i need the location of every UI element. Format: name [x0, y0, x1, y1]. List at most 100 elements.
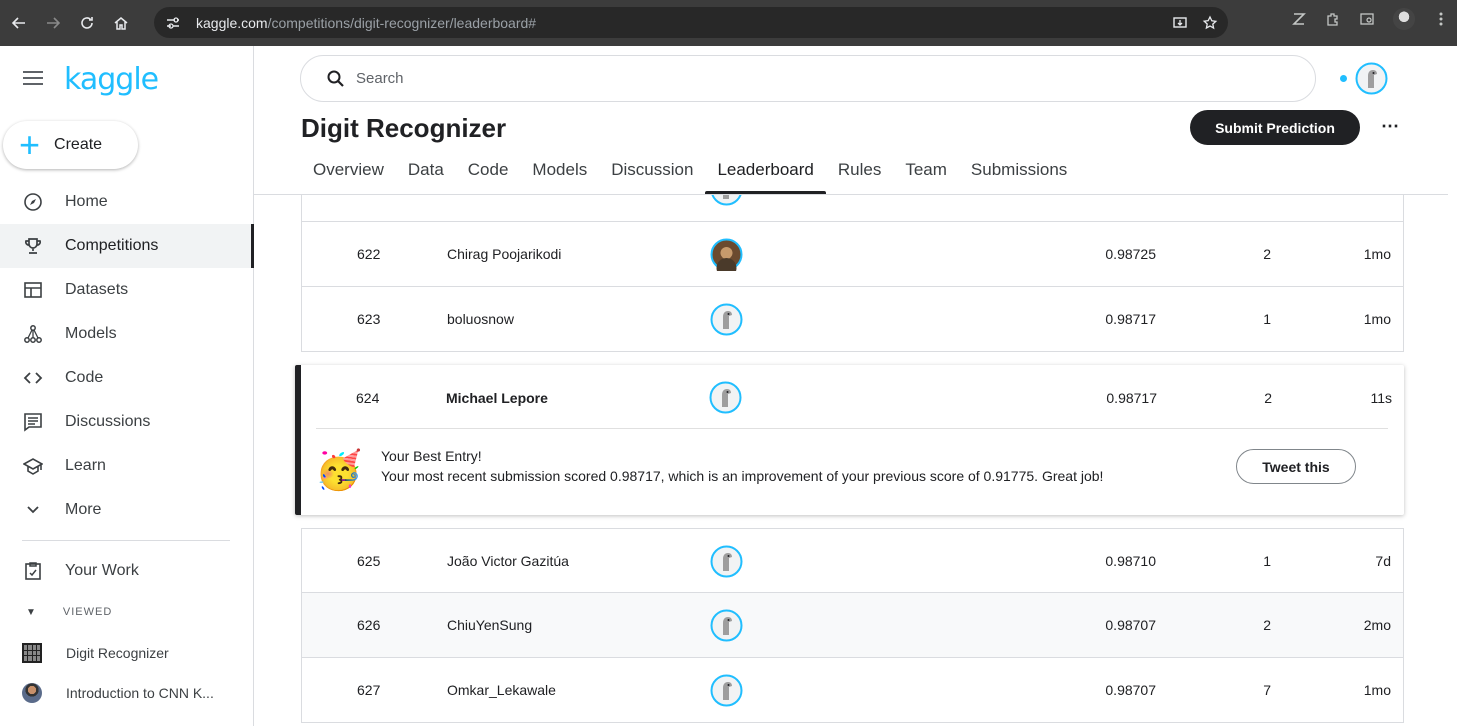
sidebar-item-learn[interactable]: Learn [0, 444, 254, 488]
tab-team[interactable]: Team [893, 150, 959, 194]
team-avatar[interactable] [709, 381, 742, 414]
last-submission: 1mo [1363, 682, 1391, 698]
sidebar-item-home[interactable]: Home [0, 180, 254, 224]
tab-leaderboard[interactable]: Leaderboard [705, 150, 827, 194]
team-avatar[interactable] [710, 674, 743, 707]
team-avatar[interactable] [710, 238, 743, 271]
tab-models[interactable]: Models [520, 150, 599, 194]
table-icon [22, 279, 44, 301]
submit-prediction-button[interactable]: Submit Prediction [1190, 110, 1360, 145]
sidebar-item-label: Datasets [65, 281, 129, 298]
digit-recognizer-thumbnail [22, 643, 42, 663]
tweet-button[interactable]: Tweet this [1236, 449, 1356, 484]
create-button[interactable]: + Create [3, 121, 138, 169]
hamburger-menu-icon[interactable] [22, 70, 44, 86]
viewed-item-label: Introduction to CNN K... [66, 685, 214, 701]
tab-discussion[interactable]: Discussion [599, 150, 705, 194]
browser-toolbar: kaggle.com/competitions/digit-recognizer… [0, 0, 1457, 46]
sidebar-item-label: Your Work [65, 562, 139, 579]
rank: 626 [357, 617, 381, 633]
competition-tabs: Overview Data Code Models Discussion Lea… [301, 150, 1079, 194]
caret-down-icon: ▼ [26, 606, 37, 618]
last-submission: 7d [1375, 553, 1391, 569]
extensions-puzzle-icon[interactable] [1325, 11, 1341, 27]
table-row[interactable]: 625 João Victor Gazitúa 0.98710 1 7d [301, 528, 1404, 593]
forward-icon[interactable] [38, 8, 68, 38]
tab-overview[interactable]: Overview [301, 150, 396, 194]
last-submission: 1mo [1363, 246, 1391, 262]
reload-icon[interactable] [72, 8, 102, 38]
sidebar-item-label: Models [65, 325, 117, 342]
tab-data[interactable]: Data [396, 150, 456, 194]
team-name[interactable]: boluosnow [447, 311, 514, 327]
team-name[interactable]: Chirag Poojarikodi [447, 246, 561, 262]
sidebar-item-competitions[interactable]: Competitions [0, 224, 254, 268]
table-row[interactable]: 622 Chirag Poojarikodi 0.98725 2 1mo [301, 222, 1404, 287]
score: 0.98707 [1105, 682, 1156, 698]
sidebar-item-label: Code [65, 369, 104, 386]
tab-rules[interactable]: Rules [826, 150, 893, 194]
best-entry-card: 624 Michael Lepore 0.98717 2 11s 🥳 Your … [295, 365, 1404, 515]
install-app-icon[interactable] [1172, 15, 1188, 31]
team-avatar [711, 195, 742, 206]
bookmark-star-icon[interactable] [1202, 14, 1218, 31]
url-domain: kaggle.com [196, 14, 268, 31]
tab-submissions[interactable]: Submissions [959, 150, 1079, 194]
search-input[interactable] [356, 70, 1256, 87]
address-bar[interactable]: kaggle.com/competitions/digit-recognizer… [154, 7, 1228, 38]
sidebar-item-label: Home [65, 193, 108, 210]
extension-z-icon[interactable] [1291, 11, 1307, 27]
table-row[interactable]: 623 boluosnow 0.98717 1 1mo [301, 287, 1404, 352]
tab-search-icon[interactable] [1359, 11, 1375, 27]
entries-count: 1 [1263, 553, 1271, 569]
best-entry-message: Your most recent submission scored 0.987… [381, 468, 1104, 484]
discussion-icon [22, 411, 44, 433]
team-avatar[interactable] [710, 545, 743, 578]
team-avatar[interactable] [710, 303, 743, 336]
rank: 627 [357, 682, 381, 698]
team-name[interactable]: João Victor Gazitúa [447, 553, 569, 569]
search-bar[interactable] [300, 55, 1316, 102]
sidebar-item-datasets[interactable]: Datasets [0, 268, 254, 312]
profile-avatar[interactable] [1393, 8, 1415, 30]
best-entry-title: Your Best Entry! [381, 448, 482, 464]
table-row[interactable]: 626 ChiuYenSung 0.98707 2 2mo [301, 593, 1404, 658]
sidebar-item-discussions[interactable]: Discussions [0, 400, 254, 444]
last-submission: 2mo [1363, 617, 1391, 633]
card-divider [316, 428, 1388, 429]
back-icon[interactable] [4, 8, 34, 38]
team-avatar[interactable] [710, 609, 743, 642]
your-work-icon [22, 560, 44, 582]
search-icon [327, 70, 344, 87]
notebook-author-avatar [22, 683, 42, 703]
table-row[interactable] [301, 195, 1404, 222]
tab-code[interactable]: Code [456, 150, 521, 194]
kaggle-logo[interactable]: kaggle [64, 62, 159, 97]
sidebar-item-code[interactable]: Code [0, 356, 254, 400]
models-icon [22, 323, 44, 345]
site-settings-icon[interactable] [164, 14, 182, 32]
home-icon[interactable] [106, 8, 136, 38]
table-row[interactable]: 627 Omkar_Lekawale 0.98707 7 1mo [301, 658, 1404, 723]
more-options-icon[interactable]: ⋯ [1378, 116, 1402, 140]
score: 0.98710 [1105, 553, 1156, 569]
sidebar-item-models[interactable]: Models [0, 312, 254, 356]
viewed-section-toggle[interactable]: ▼ VIEWED [22, 606, 112, 618]
team-name[interactable]: ChiuYenSung [447, 617, 532, 633]
plus-icon: + [19, 124, 41, 165]
entries-count: 2 [1263, 246, 1271, 262]
sidebar-item-your-work[interactable]: Your Work [0, 549, 254, 593]
viewed-item-digit-recognizer[interactable]: Digit Recognizer [22, 641, 169, 665]
score: 0.98707 [1105, 617, 1156, 633]
viewed-item-label: Digit Recognizer [66, 645, 169, 661]
sidebar-item-label: Learn [65, 457, 106, 474]
team-name[interactable]: Michael Lepore [446, 390, 548, 406]
user-avatar[interactable] [1355, 62, 1388, 95]
sidebar-item-more[interactable]: More [0, 488, 254, 532]
viewed-item-cnn-notebook[interactable]: Introduction to CNN K... [22, 681, 214, 705]
score: 0.98725 [1105, 246, 1156, 262]
team-name[interactable]: Omkar_Lekawale [447, 682, 556, 698]
page-title: Digit Recognizer [301, 113, 507, 143]
own-entry-row[interactable]: 624 Michael Lepore 0.98717 2 11s [301, 365, 1404, 428]
browser-menu-icon[interactable] [1433, 11, 1449, 27]
